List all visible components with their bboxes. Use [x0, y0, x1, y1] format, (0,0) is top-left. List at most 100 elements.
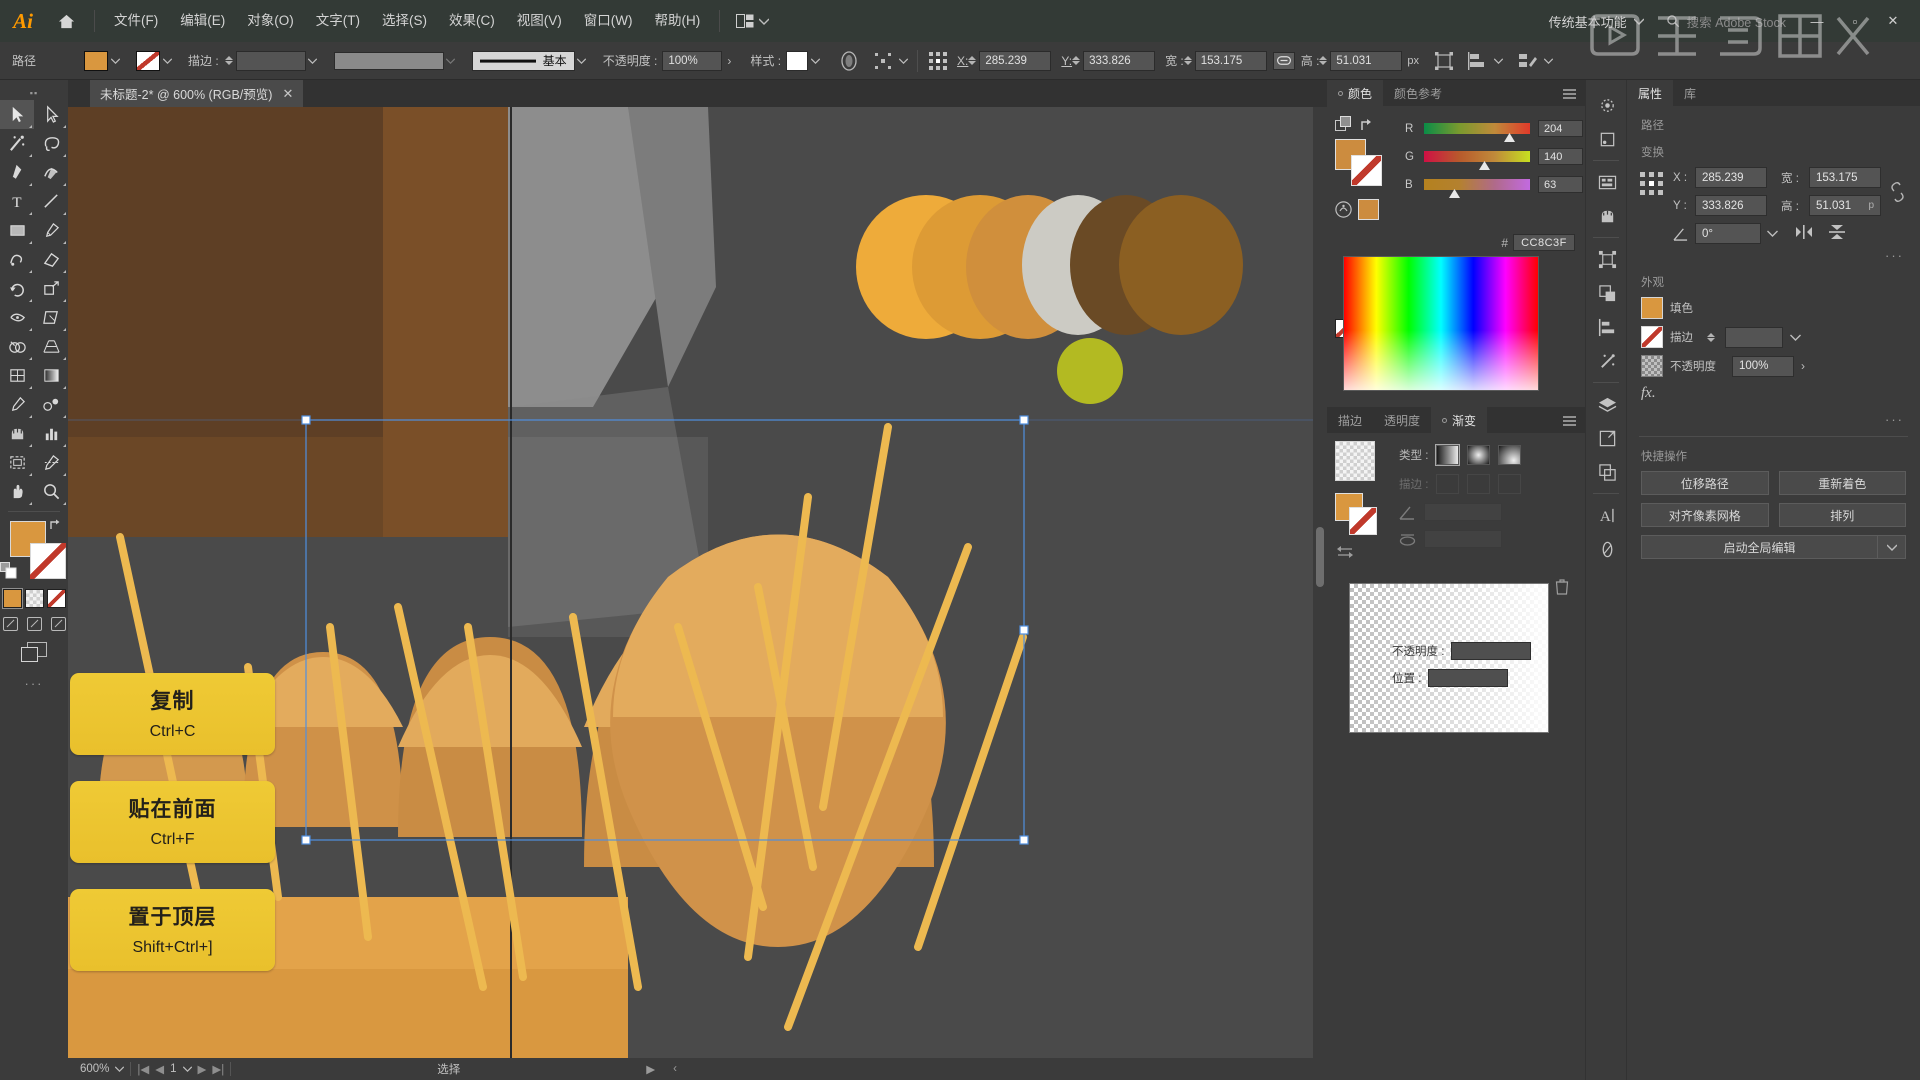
out-of-gamut-icon[interactable] [1335, 201, 1352, 218]
artboard-export-icon[interactable] [1586, 455, 1628, 489]
opacity-mask-swatch[interactable] [1641, 355, 1663, 377]
screen-mode-full-icon[interactable] [48, 615, 68, 633]
gradient-type-freeform[interactable] [1498, 445, 1522, 465]
quick-action-arrange[interactable]: 排列 [1778, 503, 1906, 527]
canvas-vertical-scrollbar[interactable] [1313, 107, 1327, 1058]
y-field[interactable]: 333.826 [1083, 50, 1156, 71]
tab-color[interactable]: 颜色 [1327, 80, 1384, 106]
prop-w-field[interactable]: 153.175 [1809, 167, 1881, 188]
width-field[interactable]: 153.175 [1194, 50, 1267, 71]
hex-field[interactable]: CC8C3F [1513, 234, 1575, 251]
menu-object[interactable]: 对象(O) [236, 0, 305, 42]
appearance-stroke-swatch[interactable] [1641, 326, 1663, 348]
maximize-button[interactable]: ▫ [1836, 0, 1874, 42]
panel-stroke-swatch[interactable] [1351, 155, 1382, 186]
stroke-weight-field[interactable] [235, 50, 306, 71]
y-stepper[interactable] [1072, 56, 1083, 65]
status-resize-icon[interactable]: ‹ [673, 1063, 677, 1075]
change-screen-mode-icon[interactable] [0, 642, 68, 662]
gradient-location-field[interactable] [1428, 669, 1509, 687]
gradient-type-radial[interactable] [1467, 445, 1491, 465]
pen-tool[interactable] [0, 158, 34, 187]
quick-action-offset-path[interactable]: 位移路径 [1641, 471, 1769, 495]
constrain-proportions-icon[interactable] [1889, 167, 1906, 206]
hand-tool[interactable] [0, 477, 34, 506]
tab-stroke[interactable]: 描边 [1327, 407, 1373, 433]
reference-point-widget[interactable] [1639, 167, 1665, 200]
gradient-tool[interactable] [34, 361, 68, 390]
link-dimensions-icon[interactable] [1272, 51, 1295, 70]
arrange-documents-button[interactable] [728, 0, 777, 42]
paintbrush-tool[interactable] [34, 216, 68, 245]
column-graph-tool[interactable] [34, 419, 68, 448]
eraser-tool[interactable] [34, 245, 68, 274]
artboard-tool[interactable] [0, 448, 34, 477]
menu-file[interactable]: 文件(F) [103, 0, 169, 42]
slider-g-track[interactable] [1424, 151, 1530, 170]
gradient-stroke-along[interactable] [1467, 474, 1491, 494]
color-mode-gradient[interactable] [24, 589, 44, 608]
height-field[interactable]: 51.031 [1330, 50, 1403, 71]
gradient-stroke-swatch[interactable] [1349, 507, 1377, 535]
rectangle-tool[interactable] [0, 216, 34, 245]
more-tools-button[interactable]: ··· [0, 676, 68, 691]
asset-export-panel-icon[interactable] [1586, 421, 1628, 455]
reverse-gradient-icon[interactable] [1335, 543, 1387, 564]
layers-thumbnail-icon[interactable] [1586, 122, 1628, 156]
tab-properties[interactable]: 属性 [1627, 80, 1674, 106]
edit-toolbar-icon[interactable] [1515, 49, 1541, 73]
screen-mode-normal-icon[interactable] [0, 615, 20, 633]
transform-panel-icon-rail[interactable] [1586, 242, 1628, 276]
lasso-tool[interactable] [34, 129, 68, 158]
slider-g-value[interactable]: 140 [1538, 148, 1583, 165]
stroke-weight-dropdown-icon-2[interactable] [1790, 334, 1801, 341]
slider-r-track[interactable] [1424, 123, 1530, 142]
quick-action-recolor[interactable]: 重新着色 [1778, 471, 1906, 495]
appearance-fill-swatch[interactable] [1641, 297, 1663, 319]
fill-stroke-toggle-icon[interactable] [1335, 116, 1352, 133]
scale-tool[interactable] [34, 274, 68, 303]
opacity-field[interactable]: 100% [662, 50, 723, 71]
appearance-more-options[interactable]: ··· [1627, 412, 1904, 427]
add-effect-button[interactable]: fx. [1641, 385, 1920, 402]
anchor-options-dropdown-icon[interactable] [896, 52, 910, 70]
gradient-aspect-field[interactable] [1424, 530, 1502, 548]
x-stepper[interactable] [968, 56, 979, 65]
direct-selection-tool[interactable] [34, 100, 68, 129]
flip-vertical-icon[interactable] [1828, 223, 1846, 244]
character-panel-icon[interactable]: A [1586, 498, 1628, 532]
close-icon[interactable]: ✕ [282, 86, 293, 102]
artboard-number[interactable]: 1 [170, 1063, 176, 1075]
appearance-stroke-stepper[interactable] [1707, 332, 1718, 342]
gradient-type-linear[interactable] [1435, 444, 1461, 466]
x-field[interactable]: 285.239 [979, 50, 1052, 71]
perspective-grid-tool[interactable] [34, 332, 68, 361]
prop-y-field[interactable]: 333.826 [1695, 195, 1767, 216]
rotate-tool[interactable] [0, 274, 34, 303]
swap-fill-stroke-icon[interactable] [48, 517, 64, 533]
slider-g-knob[interactable] [1479, 159, 1490, 170]
home-icon[interactable] [46, 0, 86, 42]
gradient-opacity-field[interactable] [1451, 642, 1532, 660]
gradient-stroke-within[interactable] [1436, 474, 1460, 494]
close-button[interactable]: ✕ [1874, 0, 1912, 42]
status-menu-icon[interactable]: ▶ [646, 1062, 655, 1076]
default-fill-stroke-icon[interactable] [0, 562, 17, 579]
quick-action-global-edit[interactable]: 启动全局编辑 [1641, 535, 1878, 559]
slider-b[interactable]: B 63 [1405, 176, 1583, 198]
artboard-navigation[interactable]: |◀ ◀ 1 ▶ ▶| [131, 1062, 230, 1076]
mesh-tool[interactable] [0, 361, 34, 390]
scrollbar-thumb[interactable] [1316, 527, 1324, 587]
blend-tool[interactable] [34, 390, 68, 419]
pathfinder-panel-icon[interactable] [1586, 276, 1628, 310]
menu-effect[interactable]: 效果(C) [438, 0, 506, 42]
global-edit-dropdown-icon[interactable] [1878, 535, 1906, 559]
anchor-point-options-icon[interactable] [870, 49, 896, 73]
panel-collapse-icon-2[interactable] [1442, 417, 1448, 423]
panel-menu-icon-2[interactable] [1563, 415, 1576, 426]
color-spectrum[interactable] [1343, 256, 1539, 391]
workspace-switcher[interactable]: 传统基本功能 [1539, 12, 1654, 31]
swap-colors-icon[interactable] [1359, 117, 1375, 133]
stroke-weight-dropdown-icon[interactable] [306, 52, 320, 70]
height-stepper[interactable] [1319, 56, 1330, 65]
